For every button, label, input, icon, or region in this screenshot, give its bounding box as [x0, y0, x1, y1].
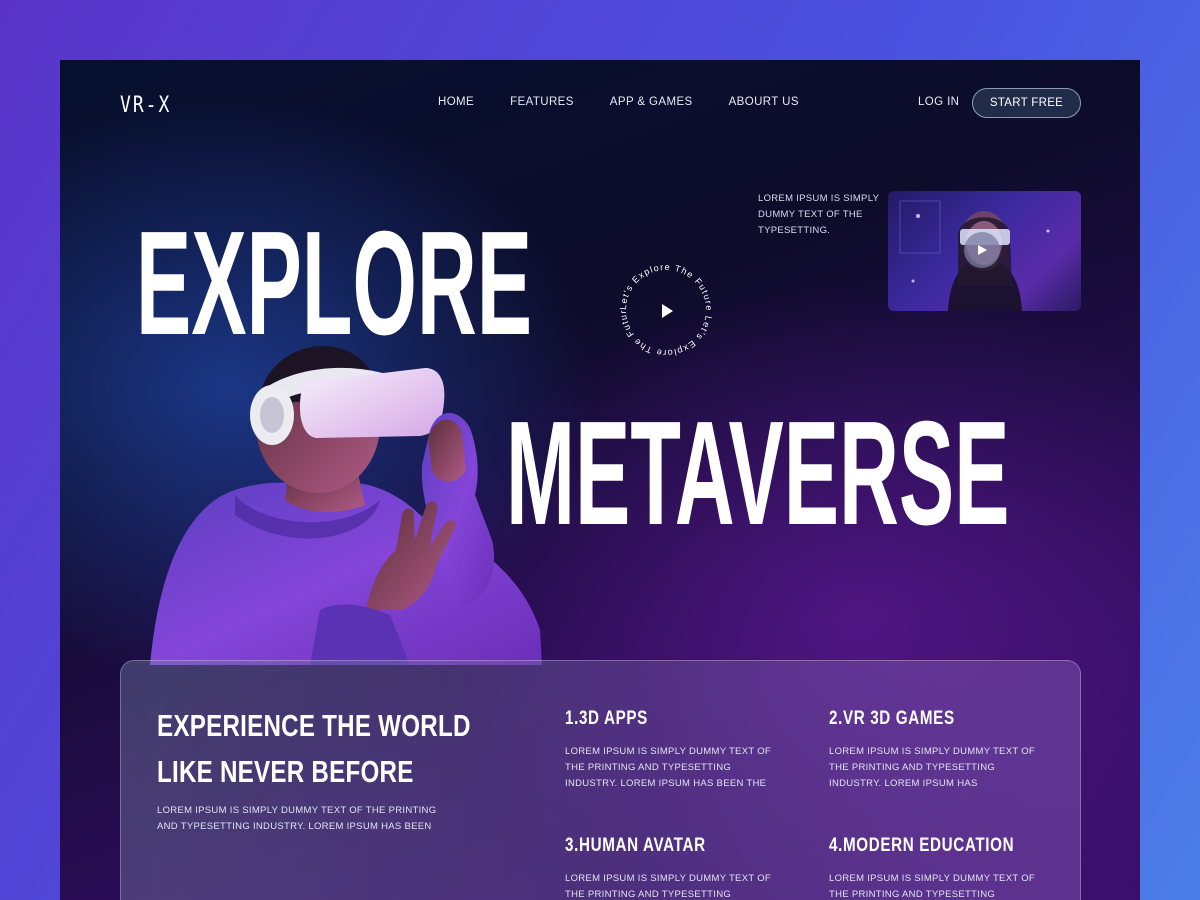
nav-home[interactable]: HOME: [438, 96, 474, 108]
nav-app-games[interactable]: APP & GAMES: [610, 96, 693, 108]
feature-text: LOREM IPSUM IS SIMPLY DUMMY TEXT OF THE …: [829, 746, 1035, 789]
video-play-button[interactable]: [964, 232, 1000, 268]
play-icon[interactable]: [662, 304, 673, 318]
landing-page: VR-X HOME FEATURES APP & GAMES ABOURT US…: [60, 60, 1140, 900]
main-nav: HOME FEATURES APP & GAMES ABOURT US: [438, 96, 799, 108]
feature-title: 1.3D APPS: [565, 708, 648, 729]
feature-text: LOREM IPSUM IS SIMPLY DUMMY TEXT OF THE …: [829, 873, 1035, 900]
hero-note: LOREM IPSUM IS SIMPLY DUMMY TEXT OF THE …: [758, 193, 880, 236]
feature-text: LOREM IPSUM IS SIMPLY DUMMY TEXT OF THE …: [565, 746, 771, 789]
explore-future-badge[interactable]: Let's Explore The Future Let's Explore T…: [614, 258, 718, 362]
panel-description: LOREM IPSUM IS SIMPLY DUMMY TEXT OF THE …: [157, 805, 437, 832]
feature-text: LOREM IPSUM IS SIMPLY DUMMY TEXT OF THE …: [565, 873, 771, 900]
login-link[interactable]: LOG IN: [918, 96, 959, 108]
feature-vr-3d-games: 2.VR 3D GAMES LOREM IPSUM IS SIMPLY DUMM…: [829, 708, 1049, 792]
feature-title: 2.VR 3D GAMES: [829, 708, 955, 729]
panel-title: EXPERIENCE THE WORLD LIKE NEVER BEFORE: [157, 708, 471, 789]
feature-human-avatar: 3.HUMAN AVATAR LOREM IPSUM IS SIMPLY DUM…: [565, 835, 785, 900]
logo[interactable]: VR-X: [120, 92, 171, 118]
feature-3d-apps: 1.3D APPS LOREM IPSUM IS SIMPLY DUMMY TE…: [565, 708, 785, 792]
video-thumbnail[interactable]: [888, 191, 1081, 311]
hero-title-metaverse: METAVERSE: [506, 391, 1010, 556]
start-free-button[interactable]: START FREE: [972, 88, 1081, 118]
feature-title: 4.MODERN EDUCATION: [829, 835, 1015, 856]
nav-about-us[interactable]: ABOURT US: [729, 96, 799, 108]
features-panel: EXPERIENCE THE WORLD LIKE NEVER BEFORE L…: [120, 660, 1081, 900]
nav-features[interactable]: FEATURES: [510, 96, 574, 108]
feature-title: 3.HUMAN AVATAR: [565, 835, 706, 856]
feature-modern-education: 4.MODERN EDUCATION LOREM IPSUM IS SIMPLY…: [829, 835, 1049, 900]
play-icon: [978, 245, 987, 255]
